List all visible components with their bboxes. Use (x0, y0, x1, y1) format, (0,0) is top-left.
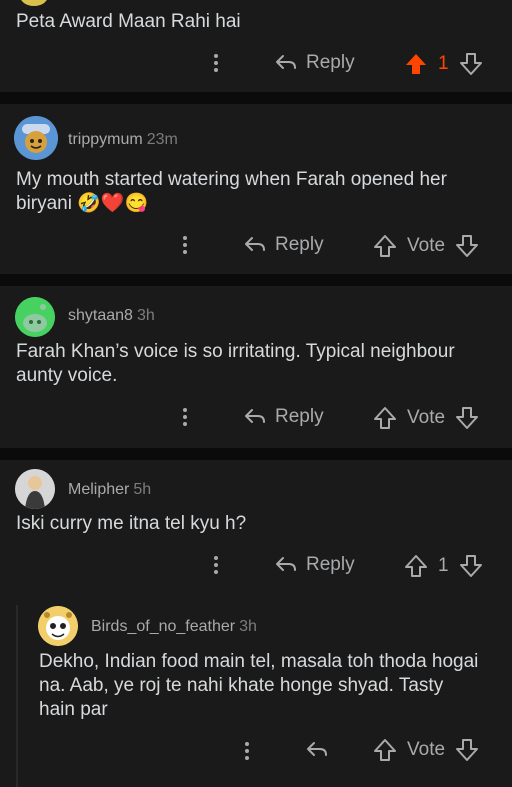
arrow-up-icon[interactable] (373, 234, 397, 258)
vote-bar: Vote (373, 738, 479, 762)
reply-arrow-icon (276, 55, 296, 69)
more-options-icon[interactable] (214, 54, 220, 75)
comment-card: Peta Award Maan Rahi hai Reply 1 (0, 0, 512, 92)
separator (0, 448, 512, 460)
comment-author[interactable]: Birds_of_no_feather 3h (91, 618, 257, 636)
arrow-down-icon[interactable] (459, 554, 483, 578)
vote-count: Vote (407, 407, 446, 428)
comment-text: My mouth started watering when Farah ope… (16, 169, 453, 214)
separator (0, 274, 512, 286)
vote-count: 1 (438, 53, 449, 74)
timestamp: 5h (133, 481, 152, 498)
comment-card: trippymum 23m My mouth started watering w… (0, 104, 512, 274)
comment-author[interactable]: shytaan8 3h (68, 307, 155, 325)
arrow-up-icon[interactable] (404, 52, 428, 76)
reply-arrow-icon (245, 237, 265, 251)
vote-bar: 1 (404, 554, 483, 578)
comment-author[interactable]: Melipher 5h (68, 481, 151, 499)
timestamp: 23m (146, 131, 178, 148)
reply-button[interactable] (305, 740, 329, 760)
reply-label: Reply (275, 406, 324, 427)
comment-author[interactable]: trippymum 23m (68, 131, 178, 149)
vote-bar: Vote (373, 406, 479, 430)
comment-text: Peta Award Maan Rahi hai (16, 11, 241, 32)
username[interactable]: Birds_of_no_feather (91, 618, 235, 635)
username[interactable]: trippymum (68, 131, 143, 148)
more-options-icon[interactable] (245, 742, 251, 763)
arrow-up-icon[interactable] (373, 738, 397, 762)
comment-card: shytaan8 3h Farah Khan’s voice is so irri… (0, 286, 512, 448)
avatar[interactable] (15, 469, 55, 509)
comment-card: Melipher 5h Iski curry me itna tel kyu h?… (0, 460, 512, 787)
vote-count: 1 (438, 555, 449, 576)
reply-arrow-icon (245, 409, 265, 423)
comment-text: Farah Khan’s voice is so irritating. Typ… (16, 341, 460, 386)
vote-bar: Vote (373, 234, 479, 258)
more-options-icon[interactable] (183, 236, 189, 257)
reply-label: Reply (306, 554, 355, 575)
avatar[interactable] (15, 297, 55, 337)
thread-line[interactable] (16, 605, 18, 787)
username[interactable]: Melipher (68, 481, 129, 498)
vote-count: Vote (407, 235, 446, 256)
vote-count: Vote (407, 739, 446, 760)
reply-arrow-icon (307, 742, 327, 756)
reply-arrow-icon (276, 557, 296, 571)
reply-label: Reply (306, 52, 355, 73)
reply-button[interactable]: Reply (243, 406, 324, 428)
arrow-up-icon[interactable] (404, 554, 428, 578)
more-options-icon[interactable] (214, 556, 220, 577)
vote-bar: 1 (404, 52, 483, 76)
comment-text: Iski curry me itna tel kyu h? (16, 513, 247, 534)
more-options-icon[interactable] (183, 408, 189, 429)
comment-text: Dekho, Indian food main tel, masala toh … (39, 651, 484, 720)
timestamp: 3h (239, 618, 257, 635)
username[interactable]: shytaan8 (68, 307, 133, 324)
arrow-up-icon[interactable] (373, 406, 397, 430)
arrow-down-icon[interactable] (455, 738, 479, 762)
arrow-down-icon[interactable] (459, 52, 483, 76)
avatar[interactable] (38, 606, 78, 646)
arrow-down-icon[interactable] (455, 234, 479, 258)
reply-label: Reply (275, 234, 324, 255)
timestamp: 3h (136, 307, 155, 324)
reply-button[interactable]: Reply (274, 554, 355, 576)
avatar[interactable] (20, 0, 48, 6)
arrow-down-icon[interactable] (455, 406, 479, 430)
reply-button[interactable]: Reply (243, 234, 324, 256)
avatar[interactable] (14, 116, 58, 160)
reply-button[interactable]: Reply (274, 52, 355, 74)
separator (0, 92, 512, 104)
